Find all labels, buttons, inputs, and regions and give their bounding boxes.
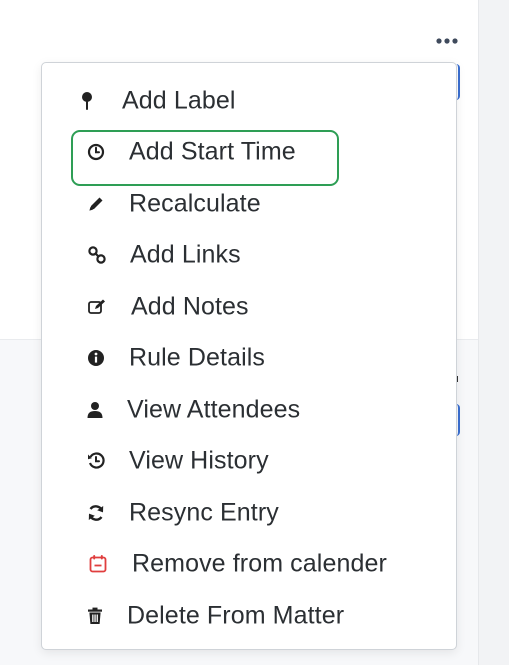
menu-item-label: View Attendees — [127, 395, 301, 424]
more-horizontal-icon — [436, 38, 458, 44]
menu-item-delete-from-matter[interactable]: Delete From Matter — [42, 590, 456, 642]
info-circle-icon — [86, 348, 106, 368]
menu-item-label: Add Start Time — [129, 137, 296, 166]
menu-item-recalculate[interactable]: Recalculate — [42, 178, 456, 230]
menu-item-label: Resync Entry — [129, 498, 279, 527]
menu-item-view-history[interactable]: View History — [42, 436, 456, 488]
menu-item-label: Remove from calender — [132, 549, 387, 578]
menu-item-add-links[interactable]: Add Links — [42, 230, 456, 282]
menu-item-label: Rule Details — [129, 343, 265, 372]
menu-item-add-start-time[interactable]: Add Start Time — [42, 127, 456, 186]
calendar-remove-icon — [88, 554, 108, 574]
link-icon — [87, 245, 107, 265]
menu-item-label: Recalculate — [129, 189, 261, 218]
trash-icon — [85, 606, 105, 626]
menu-item-rule-details[interactable]: Rule Details — [42, 333, 456, 385]
menu-item-label: Add Label — [122, 86, 236, 115]
edit-note-icon — [87, 297, 107, 317]
sync-icon — [86, 503, 106, 523]
history-icon — [86, 451, 106, 471]
right-scroll-area — [478, 0, 509, 665]
menu-item-view-attendees[interactable]: View Attendees — [42, 384, 456, 436]
menu-item-add-label[interactable]: Add Label — [42, 75, 456, 127]
user-icon — [85, 400, 105, 420]
clock-icon — [86, 142, 106, 162]
menu-item-add-notes[interactable]: Add Notes — [42, 281, 456, 333]
more-options-button[interactable] — [433, 32, 461, 50]
menu-item-remove-from-calendar[interactable]: Remove from calender — [42, 539, 456, 591]
menu-item-resync-entry[interactable]: Resync Entry — [42, 487, 456, 539]
menu-item-label: Delete From Matter — [127, 601, 345, 630]
menu-item-label: Add Notes — [131, 292, 249, 321]
pin-icon — [77, 91, 97, 111]
context-menu: Add Label Add Start Time Recalculate Add… — [41, 62, 457, 650]
menu-item-label: View History — [129, 446, 269, 475]
menu-item-label: Add Links — [130, 240, 241, 269]
pencil-icon — [86, 194, 106, 214]
